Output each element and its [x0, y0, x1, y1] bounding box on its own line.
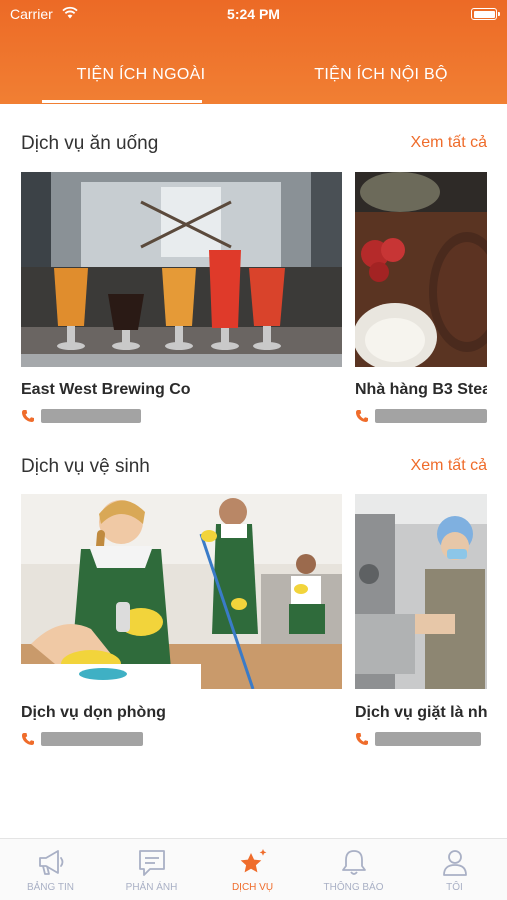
nav-label-news: BẢNG TIN — [26, 882, 75, 893]
nav-services[interactable]: DỊCH VỤ — [202, 839, 303, 900]
user-icon — [443, 850, 467, 876]
see-all-cleaning-link[interactable]: Xem tất cả — [411, 457, 487, 475]
phone-number-redacted — [375, 409, 487, 423]
phone-number-redacted — [41, 732, 143, 746]
phone-number-redacted — [375, 732, 481, 746]
phone-icon[interactable] — [355, 732, 369, 746]
section-title-cleaning: Dịch vụ vệ sinh — [21, 456, 150, 477]
star-icon — [240, 849, 267, 873]
nav-profile[interactable]: TÔI — [404, 839, 505, 900]
chat-icon — [139, 850, 165, 876]
bottom-navigation: BẢNG TIN PHẢN ÁNH DỊCH VỤ THÔNG BÁO TÔI — [0, 838, 507, 900]
nav-news[interactable]: BẢNG TIN — [0, 839, 101, 900]
active-tab-indicator — [42, 100, 202, 103]
laundry-service-photo[interactable] — [355, 494, 487, 689]
section-title-food: Dịch vụ ăn uống — [21, 133, 159, 154]
status-bar: Carrier 5:24 PM — [0, 0, 507, 28]
app-screen: Carrier 5:24 PM TIỆN ÍCH NGOÀI TIỆN ÍCH … — [0, 0, 507, 900]
header: Carrier 5:24 PM TIỆN ÍCH NGOÀI TIỆN ÍCH … — [0, 0, 507, 104]
phone-icon[interactable] — [21, 409, 35, 423]
nav-label-services: DỊCH VỤ — [231, 882, 274, 893]
phone-icon[interactable] — [21, 732, 35, 746]
phone-number-redacted — [41, 409, 141, 423]
megaphone-icon — [39, 850, 64, 875]
phone-icon[interactable] — [355, 409, 369, 423]
card-name-brewery[interactable]: East West Brewing Co — [21, 381, 342, 399]
card-name-room-cleaning[interactable]: Dịch vụ dọn phòng — [21, 704, 342, 722]
bell-icon — [342, 850, 366, 875]
see-all-food-link[interactable]: Xem tất cả — [411, 134, 487, 152]
nav-feedback[interactable]: PHẢN ÁNH — [101, 839, 202, 900]
nav-label-feedback: PHẢN ÁNH — [125, 882, 178, 893]
battery-icon — [471, 8, 500, 20]
nav-notifications[interactable]: THÔNG BÁO — [303, 839, 404, 900]
nav-label-notifications: THÔNG BÁO — [323, 882, 384, 893]
brewery-photo[interactable] — [21, 172, 342, 367]
card-name-steak-restaurant[interactable]: Nhà hàng B3 Steak — [355, 381, 487, 399]
tab-external-services[interactable]: TIỆN ÍCH NGOÀI — [51, 66, 231, 84]
steak-restaurant-photo[interactable] — [355, 172, 487, 367]
card-name-laundry[interactable]: Dịch vụ giặt là nhanh — [355, 704, 487, 722]
room-cleaning-photo[interactable] — [21, 494, 342, 689]
tab-internal-services[interactable]: TIỆN ÍCH NỘI BỘ — [291, 66, 471, 84]
clock: 5:24 PM — [227, 6, 280, 22]
nav-label-profile: TÔI — [446, 882, 463, 893]
